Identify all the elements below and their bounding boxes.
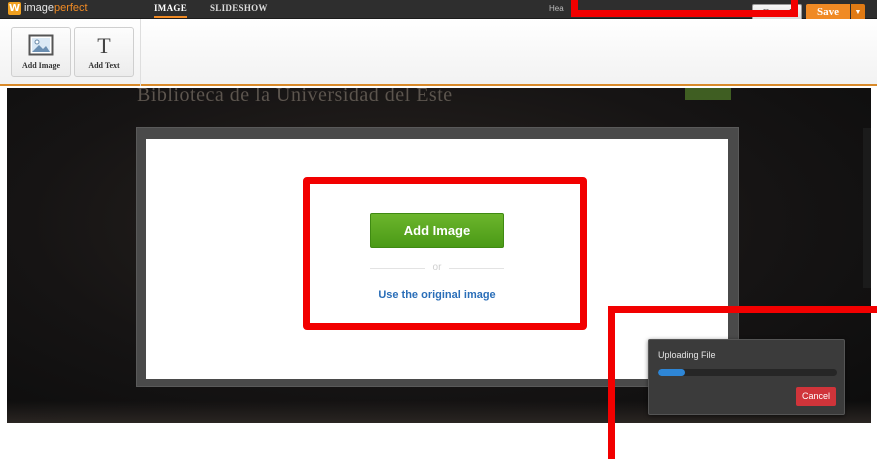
- upload-cancel-button[interactable]: Cancel: [796, 387, 836, 406]
- image-icon: [28, 34, 54, 56]
- add-text-tool-label: Add Text: [88, 61, 120, 70]
- add-image-button[interactable]: Add Image: [370, 213, 504, 248]
- logo: W imageperfect: [8, 1, 88, 15]
- add-text-tool-button[interactable]: T Add Text: [74, 27, 134, 77]
- or-line-right: [449, 268, 504, 269]
- upload-progress-bar: [658, 369, 837, 376]
- upload-title: Uploading File: [658, 350, 716, 360]
- toolbar: Add Image T Add Text: [0, 19, 877, 86]
- background-green-block: [685, 88, 731, 100]
- or-separator: or: [370, 262, 504, 274]
- text-icon: T: [97, 34, 111, 56]
- svg-text:T: T: [97, 34, 111, 56]
- background-image-title: Biblioteca de la Universidad del Este: [137, 88, 453, 106]
- tab-slideshow[interactable]: SLIDESHOW: [210, 3, 268, 13]
- upload-progress-dialog: Uploading File Cancel: [648, 339, 845, 415]
- editor-window: W imageperfect IMAGE SLIDESHOW Hea Cance…: [0, 0, 877, 459]
- use-original-image-link[interactable]: Use the original image: [350, 289, 524, 301]
- image-placeholder-panel: [146, 139, 728, 379]
- tab-image[interactable]: IMAGE: [154, 3, 187, 18]
- add-image-tool-label: Add Image: [21, 61, 60, 70]
- header-text: Hea: [549, 4, 564, 13]
- toolbar-divider: [140, 19, 141, 86]
- logo-text: imageperfect: [24, 2, 88, 14]
- logo-icon: W: [8, 1, 21, 15]
- upload-progress-fill: [658, 369, 685, 376]
- canvas-scrollbar[interactable]: [863, 128, 871, 288]
- top-bar: W imageperfect IMAGE SLIDESHOW Hea Cance…: [0, 0, 877, 21]
- add-image-tool-button[interactable]: Add Image: [11, 27, 71, 77]
